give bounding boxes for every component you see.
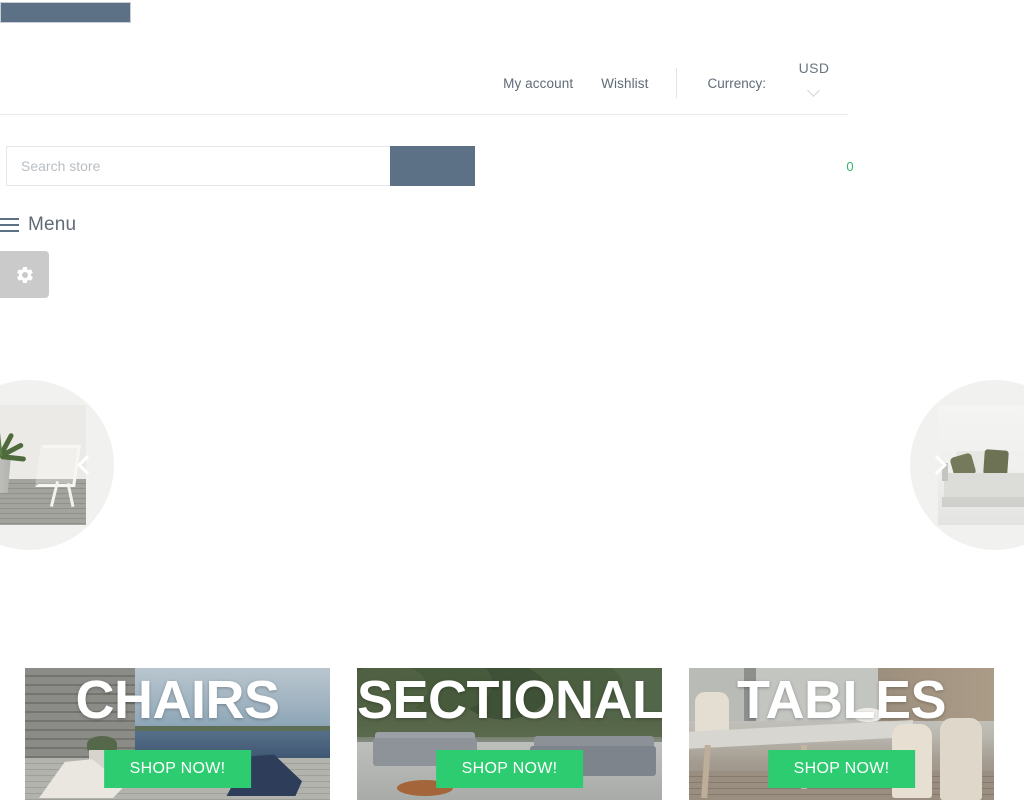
menu-label: Menu (28, 214, 77, 235)
search-bar (6, 146, 475, 186)
shop-now-button[interactable]: SHOP NOW! (435, 750, 584, 788)
carousel-slide-next[interactable] (880, 340, 1024, 590)
main-menu-toggle[interactable]: Menu (0, 210, 76, 240)
search-input[interactable] (6, 146, 390, 186)
gear-icon (16, 266, 33, 283)
my-account-link[interactable]: My account (503, 60, 573, 91)
tile-title: SECTIONALS (357, 670, 662, 730)
category-tile-tables[interactable]: TABLES SHOP NOW! (689, 668, 994, 800)
header-divider (0, 114, 848, 115)
chevron-down-icon (808, 86, 821, 94)
search-button[interactable] (390, 146, 475, 186)
shop-now-button[interactable]: SHOP NOW! (103, 750, 252, 788)
chevron-left-icon (77, 455, 97, 475)
cart-quantity-badge: 0 (846, 159, 854, 174)
store-logo[interactable] (0, 2, 131, 23)
hero-carousel (0, 340, 1024, 590)
carousel-next-button[interactable] (922, 445, 952, 485)
header-utility-links: My account Wishlist Currency: USD (0, 60, 848, 108)
chevron-right-icon (927, 455, 947, 475)
category-tiles: CHAIRS SHOP NOW! SECTIONALS SHOP NOW! (25, 668, 996, 800)
currency-selected-value: USD (798, 60, 830, 76)
category-tile-chairs[interactable]: CHAIRS SHOP NOW! (25, 668, 330, 800)
carousel-prev-button[interactable] (72, 445, 102, 485)
tile-title: TABLES (737, 670, 947, 730)
settings-gear-button[interactable] (0, 251, 49, 298)
hamburger-menu-icon (0, 218, 19, 232)
category-tile-sectionals[interactable]: SECTIONALS SHOP NOW! (357, 668, 662, 800)
shop-now-button[interactable]: SHOP NOW! (767, 750, 916, 788)
wishlist-link[interactable]: Wishlist (601, 60, 648, 91)
currency-label: Currency: (707, 76, 766, 91)
header-separator (676, 68, 678, 98)
storefront-page: My account Wishlist Currency: USD 0 Menu (0, 0, 1024, 800)
tile-title: CHAIRS (75, 670, 280, 730)
currency-selector[interactable]: USD (780, 60, 848, 94)
shopping-cart-button[interactable]: 0 (820, 150, 880, 184)
